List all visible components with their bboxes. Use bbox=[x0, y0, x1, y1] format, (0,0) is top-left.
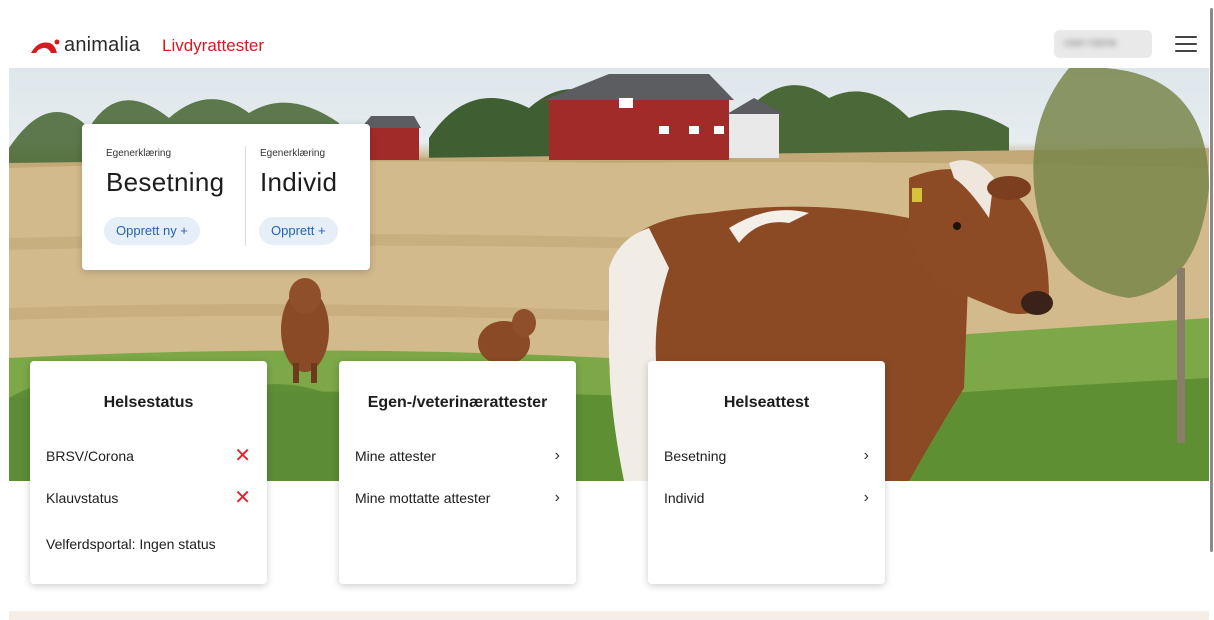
helseattest-besetning-link[interactable]: Besetning › bbox=[664, 444, 869, 468]
status-label: Velferdsportal: Ingen status bbox=[46, 536, 216, 552]
chevron-right-icon: › bbox=[554, 447, 560, 464]
helseattest-card: Helseattest Besetning › Individ › bbox=[648, 361, 885, 584]
individ-title: Individ bbox=[260, 167, 338, 197]
chevron-right-icon: › bbox=[554, 489, 560, 506]
opprett-individ-button[interactable]: Opprett + bbox=[259, 217, 338, 245]
egenerklaring-card: Egenerklæring Besetning Egenerklæring In… bbox=[82, 124, 370, 270]
opprett-ny-besetning-button[interactable]: Opprett ny + bbox=[104, 217, 200, 245]
app-title[interactable]: Livdyrattester bbox=[162, 36, 264, 56]
helsestatus-title: Helsestatus bbox=[103, 394, 194, 411]
mine-mottatte-attester-link[interactable]: Mine mottatte attester › bbox=[355, 486, 560, 510]
animalia-logo-icon bbox=[31, 39, 60, 53]
egen-veterinaerattester-card: Egen-/veterinærattester Mine attester › … bbox=[339, 361, 576, 584]
mine-attester-link[interactable]: Mine attester › bbox=[355, 444, 560, 468]
status-row-brsv[interactable]: BRSV/Corona ✕ bbox=[46, 444, 251, 468]
egenerklaring-individ: Egenerklæring Individ bbox=[260, 148, 337, 198]
status-label: Klauvstatus bbox=[46, 490, 119, 506]
top-header: animalia Livdyrattester user-name bbox=[0, 0, 1214, 68]
divider bbox=[245, 146, 246, 246]
page-scrollbar[interactable] bbox=[1210, 8, 1213, 552]
link-label: Besetning bbox=[664, 448, 727, 464]
egenerklaring-label: Egenerklæring bbox=[260, 148, 326, 159]
footer-band bbox=[9, 611, 1209, 620]
chevron-right-icon: › bbox=[863, 447, 869, 464]
link-label: Individ bbox=[664, 490, 705, 506]
egen-veterinaerattester-title: Egen-/veterinærattester bbox=[367, 394, 548, 411]
link-label: Mine attester bbox=[355, 448, 436, 464]
helsestatus-card: Helsestatus BRSV/Corona ✕ Klauvstatus ✕ … bbox=[30, 361, 267, 584]
egenerklaring-besetning: Egenerklæring Besetning bbox=[106, 148, 224, 198]
status-row-velferdsportal: Velferdsportal: Ingen status bbox=[46, 532, 251, 556]
status-row-klauvstatus[interactable]: Klauvstatus ✕ bbox=[46, 486, 251, 510]
hamburger-menu-icon[interactable] bbox=[1175, 36, 1197, 54]
egenerklaring-label: Egenerklæring bbox=[106, 148, 172, 159]
helseattest-title: Helseattest bbox=[723, 394, 810, 411]
user-name: user-name bbox=[1064, 37, 1117, 49]
besetning-title: Besetning bbox=[106, 167, 225, 197]
link-label: Mine mottatte attester bbox=[355, 490, 491, 506]
status-label: BRSV/Corona bbox=[46, 448, 134, 464]
chevron-right-icon: › bbox=[863, 489, 869, 506]
logo-text: animalia bbox=[64, 34, 141, 56]
helseattest-individ-link[interactable]: Individ › bbox=[664, 486, 869, 510]
animalia-logo[interactable]: animalia bbox=[30, 34, 140, 57]
x-icon: ✕ bbox=[234, 487, 251, 509]
user-account-chip[interactable]: user-name bbox=[1054, 30, 1152, 58]
barn-building bbox=[361, 74, 784, 160]
x-icon: ✕ bbox=[234, 445, 251, 467]
